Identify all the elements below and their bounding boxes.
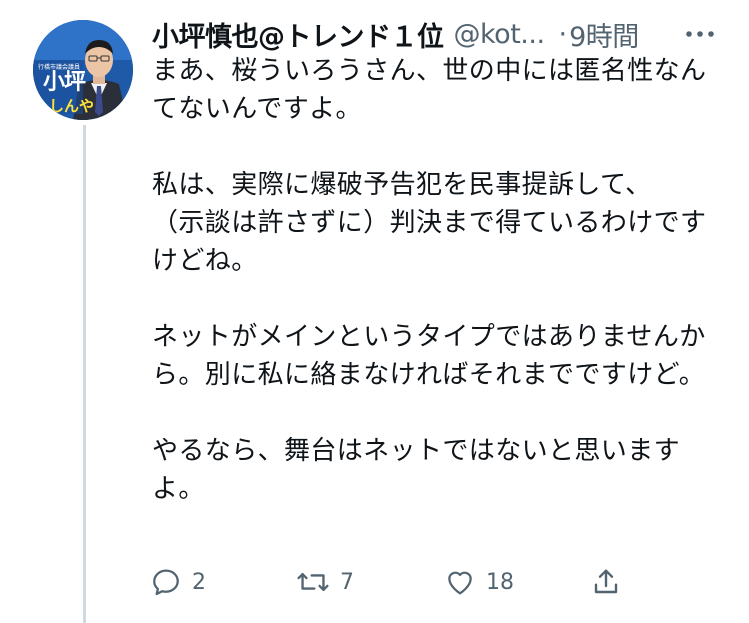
author-display-name[interactable]: 小坪慎也@トレンド１位: [152, 15, 444, 54]
tweet-paragraph: 私は、実際に爆破予告犯を民事提訴して、 （示談は許さずに）判決まで得ているわけで…: [152, 170, 707, 276]
separator-dot: ·: [558, 18, 568, 50]
tweet-timestamp[interactable]: 9時間: [569, 15, 639, 54]
avatar-sub-text: しんや: [49, 97, 95, 115]
tweet-paragraph: やるなら、舞台はネットではないと思いますよ。: [152, 436, 681, 504]
thread-line: [83, 125, 86, 623]
tweet-text: まあ、桜ういろうさん、世の中には匿名性なんてないんですよ。 私は、実際に爆破予告…: [152, 52, 727, 508]
tweet-actions: 2 7 18: [150, 560, 640, 604]
retweet-icon: [297, 572, 329, 592]
tweet-header: 小坪慎也@トレンド１位 @kot... · 9時間: [152, 14, 639, 54]
more-options-icon[interactable]: [680, 22, 720, 46]
reply-button[interactable]: 2: [150, 560, 206, 604]
avatar[interactable]: 行橋市議会議員 小坪 しんや: [33, 20, 133, 120]
retweet-count: 7: [340, 569, 354, 595]
reply-count: 2: [192, 569, 206, 595]
like-button[interactable]: 18: [444, 560, 514, 604]
retweet-button[interactable]: 7: [296, 560, 354, 604]
avatar-name-text: 小坪: [43, 70, 86, 95]
share-icon: [594, 569, 618, 594]
tweet-paragraph: ネットがメインというタイプではありませんから。別に私に絡まなければそれまでですけ…: [152, 322, 706, 390]
tweet-paragraph: まあ、桜ういろうさん、世の中には匿名性なんてないんですよ。: [152, 56, 707, 124]
reply-icon: [153, 569, 179, 596]
heart-icon: [448, 571, 472, 595]
share-button[interactable]: [590, 560, 622, 604]
like-count: 18: [486, 569, 514, 595]
author-handle[interactable]: @kot...: [454, 19, 546, 50]
